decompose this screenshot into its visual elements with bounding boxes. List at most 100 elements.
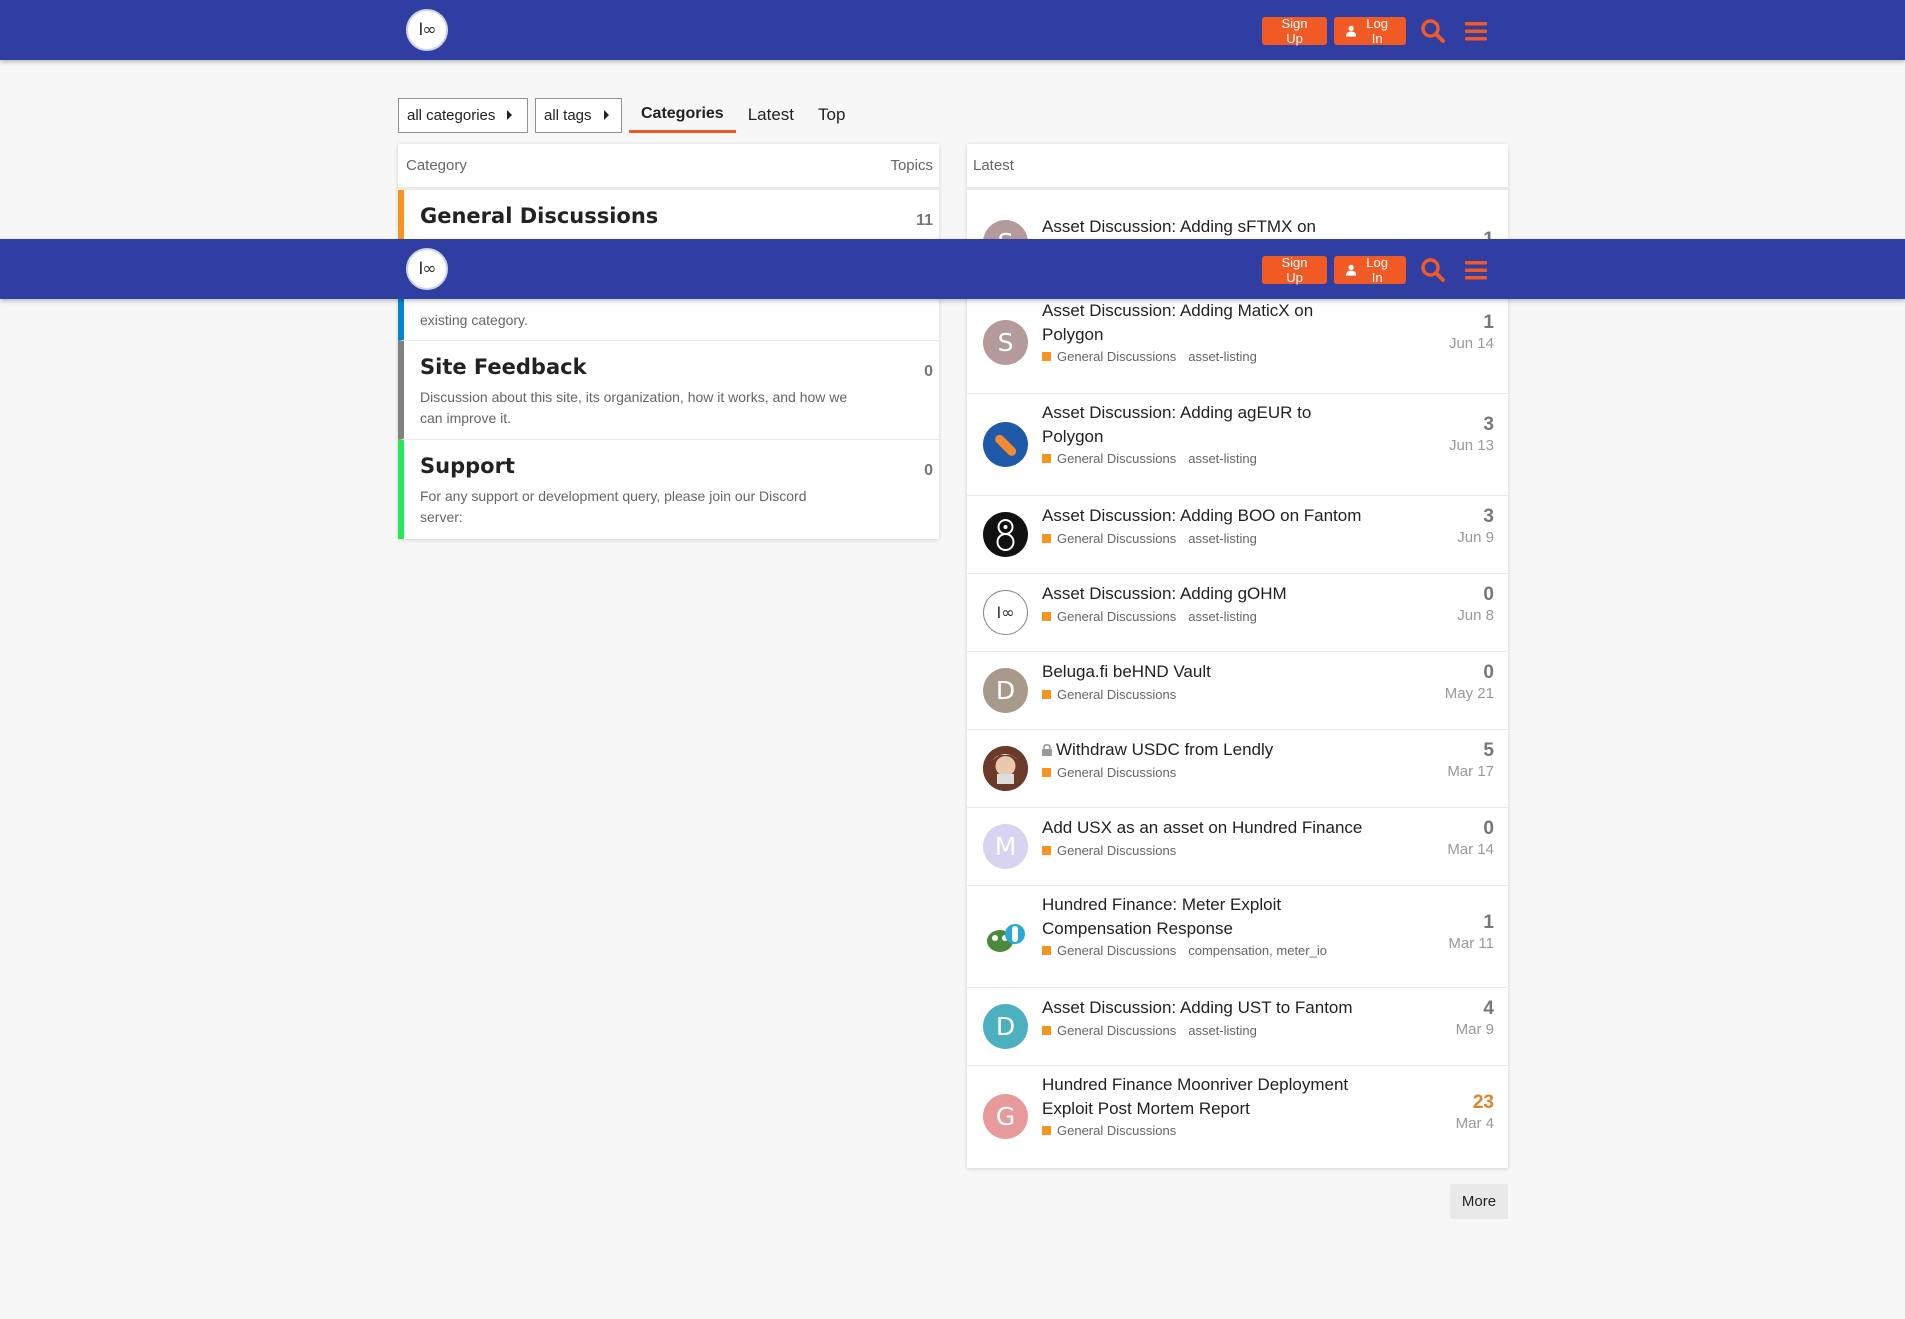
- topic-row[interactable]: D Beluga.fi beHND Vault General Discussi…: [967, 652, 1508, 730]
- topic-category[interactable]: General Discussions: [1057, 943, 1176, 958]
- topic-title[interactable]: Beluga.fi beHND Vault: [1042, 660, 1372, 684]
- topic-row[interactable]: G Hundred Finance Moonriver Deployment E…: [967, 1066, 1508, 1168]
- topics-column-header: Topics: [890, 157, 933, 174]
- topic-title[interactable]: Asset Discussion: Adding UST to Fantom: [1042, 996, 1372, 1020]
- sign-up-button[interactable]: Sign Up: [1262, 255, 1327, 285]
- category-topic-count: 0: [924, 462, 933, 479]
- topic-date: Jun 8: [1457, 607, 1494, 624]
- category-color-square: [1042, 1126, 1051, 1135]
- topic-post-count: 0: [1483, 584, 1494, 605]
- avatar[interactable]: D: [983, 668, 1028, 713]
- topic-post-count: 0: [1483, 818, 1494, 839]
- category-description: existing category.: [420, 312, 528, 328]
- topic-category[interactable]: General Discussions: [1057, 451, 1176, 466]
- avatar[interactable]: D: [983, 1004, 1028, 1049]
- topic-row[interactable]: S Asset Discussion: Adding MaticX on Pol…: [967, 292, 1508, 394]
- avatar[interactable]: S: [983, 320, 1028, 365]
- topic-date: Mar 11: [1448, 935, 1494, 952]
- topic-post-count: 3: [1483, 506, 1494, 527]
- tab-top[interactable]: Top: [806, 97, 857, 133]
- category-name[interactable]: General Discussions: [420, 204, 889, 228]
- topic-title[interactable]: Asset Discussion: Adding MaticX on Polyg…: [1042, 299, 1372, 347]
- navigation-bar: all categories all tags Categories Lates…: [398, 97, 857, 133]
- sticky-header-duplicate: I∞ Sign Up Log In: [0, 239, 1905, 299]
- avatar[interactable]: [983, 512, 1028, 557]
- avatar-image: [987, 924, 1025, 952]
- avatar[interactable]: G: [983, 1094, 1028, 1139]
- avatar[interactable]: M: [983, 824, 1028, 869]
- topic-title[interactable]: Add USX as an asset on Hundred Finance: [1042, 816, 1422, 840]
- category-color-square: [1042, 534, 1051, 543]
- topic-post-count: 3: [1483, 414, 1494, 435]
- topic-title[interactable]: Asset Discussion: Adding BOO on Fantom: [1042, 504, 1402, 528]
- category-topic-count: 0: [924, 363, 933, 380]
- topic-category[interactable]: General Discussions: [1057, 687, 1176, 702]
- tags-dropdown[interactable]: all tags: [535, 97, 622, 133]
- topic-tags[interactable]: asset-listing: [1188, 531, 1257, 546]
- topic-meta: General Discussions compensation, meter_…: [1042, 943, 1327, 958]
- topic-tags[interactable]: asset-listing: [1188, 609, 1257, 624]
- topic-title[interactable]: Hundred Finance: Meter Exploit Compensat…: [1042, 893, 1372, 941]
- user-icon: [1346, 25, 1357, 37]
- topic-meta: General Discussions asset-listing: [1042, 451, 1257, 466]
- topic-tags[interactable]: asset-listing: [1188, 349, 1257, 364]
- topic-title[interactable]: Withdraw USDC from Lendly: [1042, 738, 1372, 762]
- category-description: For any support or development query, pl…: [420, 488, 807, 525]
- topic-title[interactable]: Asset Discussion: Adding agEUR to Polygo…: [1042, 401, 1372, 449]
- topic-date: Jun 13: [1448, 437, 1494, 454]
- topic-category[interactable]: General Discussions: [1057, 349, 1176, 364]
- topic-category[interactable]: General Discussions: [1057, 843, 1176, 858]
- topic-category[interactable]: General Discussions: [1057, 765, 1176, 780]
- topic-category[interactable]: General Discussions: [1057, 531, 1176, 546]
- more-button[interactable]: More: [1450, 1184, 1508, 1219]
- topic-category[interactable]: General Discussions: [1057, 1023, 1176, 1038]
- categories-dropdown[interactable]: all categories: [398, 97, 528, 133]
- topic-meta: General Discussions: [1042, 1123, 1176, 1138]
- topic-title[interactable]: Hundred Finance Moonriver Deployment Exp…: [1042, 1073, 1372, 1121]
- topic-post-count: 0: [1483, 662, 1494, 683]
- tags-dropdown-label: all tags: [544, 106, 592, 124]
- caret-right-icon: [507, 110, 513, 120]
- topic-row[interactable]: I∞ Asset Discussion: Adding gOHM General…: [967, 574, 1508, 652]
- topic-post-count: 5: [1483, 740, 1494, 761]
- tab-categories[interactable]: Categories: [629, 97, 736, 133]
- topic-row[interactable]: M Add USX as an asset on Hundred Finance…: [967, 808, 1508, 886]
- topic-tags[interactable]: asset-listing: [1188, 1023, 1257, 1038]
- topic-category[interactable]: General Discussions: [1057, 1123, 1176, 1138]
- category-row-support[interactable]: Support For any support or development q…: [398, 440, 939, 539]
- category-row-site-feedback[interactable]: Site Feedback Discussion about this site…: [398, 341, 939, 440]
- search-icon[interactable]: [1416, 14, 1450, 48]
- category-name[interactable]: Site Feedback: [420, 355, 889, 379]
- hamburger-menu-icon[interactable]: [1459, 253, 1493, 287]
- log-in-button[interactable]: Log In: [1334, 255, 1406, 285]
- caret-right-icon: [603, 110, 609, 120]
- avatar-image: [983, 746, 1028, 791]
- topic-tags[interactable]: asset-listing: [1188, 451, 1257, 466]
- sign-up-button[interactable]: Sign Up: [1262, 16, 1327, 46]
- site-header: I∞ Sign Up Log In: [0, 0, 1905, 60]
- topic-row[interactable]: D Asset Discussion: Adding UST to Fantom…: [967, 988, 1508, 1066]
- topic-row[interactable]: Asset Discussion: Adding agEUR to Polygo…: [967, 394, 1508, 496]
- log-in-button[interactable]: Log In: [1334, 16, 1406, 46]
- site-logo[interactable]: I∞: [406, 9, 448, 51]
- topic-category[interactable]: General Discussions: [1057, 609, 1176, 624]
- topic-tags[interactable]: compensation, meter_io: [1188, 943, 1327, 958]
- topic-row[interactable]: Hundred Finance: Meter Exploit Compensat…: [967, 886, 1508, 988]
- topic-title[interactable]: Asset Discussion: Adding sFTMX on: [1042, 215, 1372, 239]
- category-column-header: Category: [406, 157, 467, 174]
- avatar[interactable]: I∞: [983, 590, 1028, 635]
- site-logo[interactable]: I∞: [406, 248, 448, 290]
- avatar[interactable]: [983, 422, 1028, 467]
- hamburger-menu-icon[interactable]: [1459, 14, 1493, 48]
- tab-latest[interactable]: Latest: [736, 97, 806, 133]
- avatar[interactable]: [983, 746, 1028, 791]
- topic-meta: General Discussions asset-listing: [1042, 531, 1257, 546]
- topic-row[interactable]: Asset Discussion: Adding BOO on Fantom G…: [967, 496, 1508, 574]
- topic-date: Mar 9: [1455, 1021, 1494, 1038]
- category-color-square: [1042, 846, 1051, 855]
- avatar[interactable]: [983, 914, 1028, 959]
- topic-row[interactable]: Withdraw USDC from Lendly General Discus…: [967, 730, 1508, 808]
- topic-title[interactable]: Asset Discussion: Adding gOHM: [1042, 582, 1372, 606]
- search-icon[interactable]: [1416, 253, 1450, 287]
- category-name[interactable]: Support: [420, 454, 889, 478]
